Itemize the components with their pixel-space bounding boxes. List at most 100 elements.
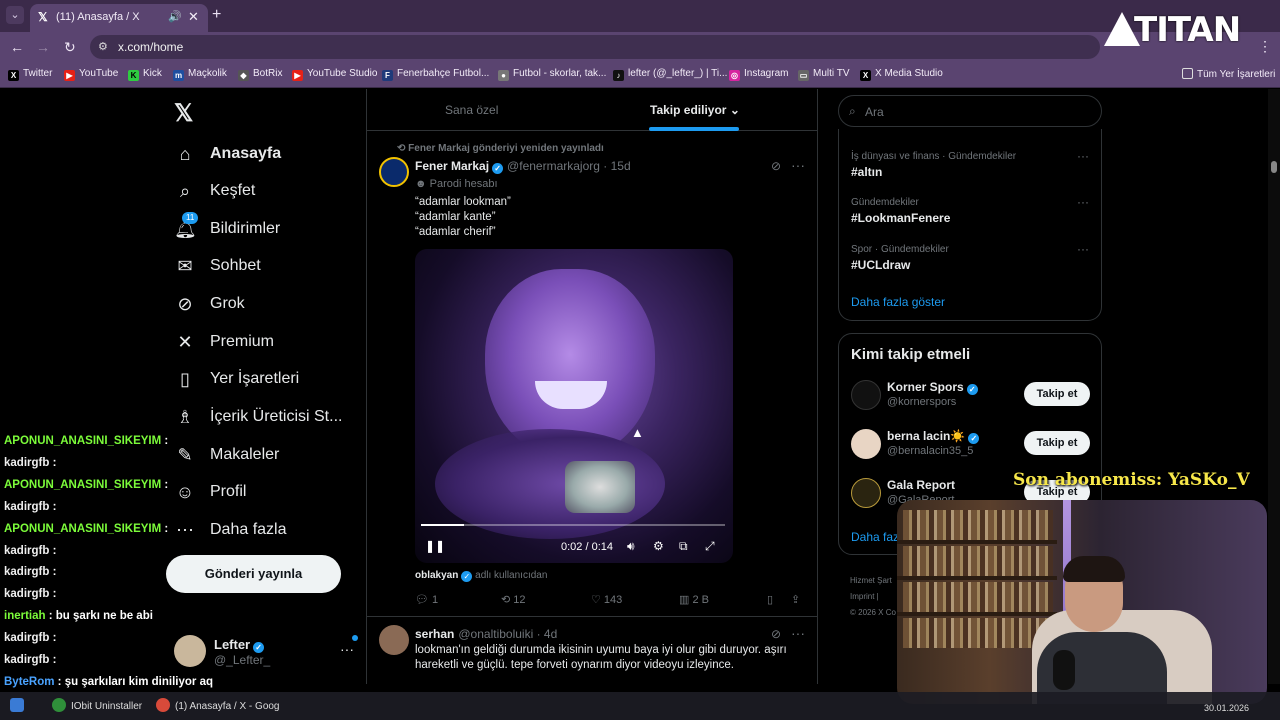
nav-creator-studio[interactable]: ♗ İçerik Üreticisi St... bbox=[174, 402, 343, 432]
microphone-icon bbox=[1053, 650, 1075, 690]
chat-message: kadirgfb : bbox=[4, 457, 56, 469]
botrix-icon: ◆ bbox=[238, 70, 249, 81]
nav-notifications[interactable]: 🔔︎ 11 Bildirimler bbox=[174, 212, 280, 244]
more-icon[interactable]: ··· bbox=[340, 641, 354, 657]
nav-grok[interactable]: ⊘ Grok bbox=[174, 289, 245, 319]
bookmark-youtube-studio[interactable]: ▶ YouTube Studio bbox=[292, 68, 377, 81]
avatar[interactable] bbox=[379, 157, 409, 187]
pause-icon[interactable]: ❚❚ bbox=[425, 539, 445, 553]
x-logo-icon[interactable]: 𝕏 bbox=[174, 99, 193, 128]
tiktok-icon: ♪ bbox=[613, 70, 624, 81]
bookmark-youtube[interactable]: ▶ YouTube bbox=[64, 68, 118, 81]
chart-icon: ▥ bbox=[679, 594, 693, 606]
fullscreen-icon[interactable]: ⤢ bbox=[705, 539, 715, 554]
more-icon[interactable]: ··· bbox=[1077, 195, 1089, 209]
pip-icon[interactable]: ⧉ bbox=[679, 539, 688, 554]
chat-separator: : bbox=[49, 544, 57, 557]
mask-icon: ☻ bbox=[415, 178, 430, 190]
repost-button[interactable]: ⟲ 12 bbox=[501, 593, 526, 606]
browser-menu-icon[interactable]: ⋮ bbox=[1258, 38, 1272, 55]
bookmark-mackolik[interactable]: m Maçkolik bbox=[173, 68, 227, 81]
bookmarks-bar: X Twitter ▶ YouTube K Kick m Maçkolik ◆ BotRi… bbox=[0, 62, 1280, 88]
search-input[interactable]: ⌕ Ara bbox=[838, 95, 1102, 127]
chrome-icon bbox=[156, 698, 170, 712]
start-button[interactable] bbox=[10, 698, 29, 712]
nav-label: Anasayfa bbox=[210, 145, 282, 162]
chat-separator: : bbox=[54, 675, 65, 688]
bookmark-botrix[interactable]: ◆ BotRix bbox=[238, 68, 282, 81]
back-arrow-icon[interactable]: ← bbox=[10, 39, 24, 55]
chat-message: kadirgfb : bbox=[4, 566, 56, 578]
nav-explore[interactable]: ⌕ Keşfet bbox=[174, 176, 255, 206]
logo-text: TITAN bbox=[1134, 10, 1241, 50]
trend-item[interactable]: İş dünyası ve finans · Gündemdekiler #al… bbox=[851, 149, 1091, 179]
bookmark-twitter[interactable]: X Twitter bbox=[8, 68, 52, 81]
taskbar-app-iobit[interactable]: IObit Uninstaller bbox=[52, 698, 142, 712]
tab-following[interactable]: Takip ediliyor ⌄ bbox=[650, 103, 740, 117]
post-author[interactable]: Fener Markaj ✓ @fenermarkajorg · 15d bbox=[415, 159, 631, 174]
bookmark-fenerbahce[interactable]: F Fenerbahçe Futbol... bbox=[382, 68, 489, 81]
reply-button[interactable]: 💬︎ 1 bbox=[415, 593, 438, 606]
video-progress-bar[interactable] bbox=[421, 524, 725, 526]
mail-icon: ✉ bbox=[177, 256, 193, 276]
follow-suggestion[interactable]: berna lacin☀️ ✓ @bernalacin35_5 Takip et bbox=[851, 427, 1091, 461]
bookmark-kick[interactable]: K Kick bbox=[128, 68, 162, 81]
active-tab-indicator bbox=[649, 127, 739, 131]
bookshelf bbox=[897, 540, 1057, 544]
titan-logo: TITAN bbox=[1104, 8, 1254, 52]
nav-label: Grok bbox=[210, 295, 245, 312]
follow-button[interactable]: Takip et bbox=[1024, 431, 1090, 455]
nav-label: Yer İşaretleri bbox=[210, 370, 300, 387]
reload-icon[interactable]: ↻ bbox=[64, 39, 76, 55]
tab-for-you[interactable]: Sana özel bbox=[445, 103, 498, 117]
browser-tab[interactable]: 𝕏 (11) Anasayfa / X 🔊 ✕ bbox=[30, 4, 208, 32]
bookmark-futbol[interactable]: ● Futbol - skorlar, tak... bbox=[498, 68, 606, 81]
share-icon[interactable]: ⇪ bbox=[791, 593, 800, 606]
more-icon[interactable]: ··· bbox=[1077, 242, 1089, 256]
tab-title: (11) Anasayfa / X bbox=[56, 11, 140, 23]
grok-icon[interactable]: ⊘ bbox=[771, 159, 781, 173]
all-bookmarks[interactable]: Tüm Yer İşaretleri bbox=[1182, 68, 1275, 80]
nav-home[interactable]: ⌂ Anasayfa bbox=[174, 139, 282, 169]
bookshelf bbox=[903, 618, 1053, 648]
scrollbar-thumb[interactable] bbox=[1271, 161, 1277, 173]
timeline: Sana özel Takip ediliyor ⌄ ⟲ Fener Marka… bbox=[366, 89, 818, 684]
video-player[interactable]: ▲ ❚❚ 0:02 / 0:14 🔊︎ ⚙ ⧉ ⤢ bbox=[415, 249, 733, 563]
follow-suggestion[interactable]: Korner Spors ✓ @kornerspors Takip et bbox=[851, 378, 1091, 412]
bookmark-multitv[interactable]: ▭ Multi TV bbox=[798, 68, 850, 81]
tab-search-button[interactable]: ⌄ bbox=[6, 6, 24, 24]
chat-separator: : bbox=[49, 456, 57, 469]
settings-icon[interactable]: ⚙ bbox=[653, 539, 664, 553]
close-icon[interactable]: ✕ bbox=[188, 9, 199, 25]
forward-arrow-icon[interactable]: → bbox=[36, 39, 50, 55]
chat-username: APONUN_ANASINI_SIKEYIM bbox=[4, 435, 162, 447]
suggestion-handle: @kornerspors bbox=[887, 396, 957, 408]
post-author[interactable]: serhan @onaltiboluiki · 4d bbox=[415, 627, 557, 641]
follow-button[interactable]: Takip et bbox=[1024, 382, 1090, 406]
taskbar-app-chrome[interactable]: (1) Anasayfa / X - Goog bbox=[156, 698, 280, 712]
more-icon[interactable]: ··· bbox=[791, 625, 805, 641]
volume-icon[interactable]: 🔊︎ bbox=[627, 539, 635, 554]
views-button[interactable]: ▥ 2 B bbox=[679, 593, 709, 606]
nav-premium[interactable]: ✕ Premium bbox=[174, 327, 274, 357]
site-settings-icon[interactable]: ⚙ bbox=[98, 40, 108, 53]
scrollbar[interactable] bbox=[1268, 89, 1280, 684]
like-button[interactable]: ♡ 143 bbox=[591, 593, 622, 606]
nav-bookmarks[interactable]: ▯ Yer İşaretleri bbox=[174, 364, 299, 394]
bookmark-tiktok[interactable]: ♪ lefter (@_lefter_) | Ti... bbox=[613, 68, 727, 81]
url-field[interactable]: ⚙ x.com/home bbox=[90, 35, 1100, 59]
nav-messages[interactable]: ✉ Sohbet bbox=[174, 251, 260, 281]
bookmark-icon[interactable]: ▯ bbox=[767, 593, 773, 606]
trend-item[interactable]: Gündemdekiler #LookmanFenere ··· bbox=[851, 195, 1091, 225]
trends-show-more-link[interactable]: Daha fazla göster bbox=[851, 295, 945, 309]
nav-label: Premium bbox=[210, 333, 275, 350]
avatar[interactable] bbox=[379, 625, 409, 655]
new-tab-button[interactable]: + bbox=[212, 6, 221, 24]
more-icon[interactable]: ··· bbox=[1077, 149, 1089, 163]
bookmark-x-media-studio[interactable]: XX Media Studio bbox=[860, 68, 943, 81]
trend-item[interactable]: Spor · Gündemdekiler #UCLdraw ··· bbox=[851, 242, 1091, 272]
grok-icon[interactable]: ⊘ bbox=[771, 627, 781, 641]
speaker-icon[interactable]: 🔊 bbox=[168, 10, 182, 23]
bookmark-instagram[interactable]: ◎ Instagram bbox=[729, 68, 788, 81]
more-icon[interactable]: ··· bbox=[791, 157, 805, 173]
